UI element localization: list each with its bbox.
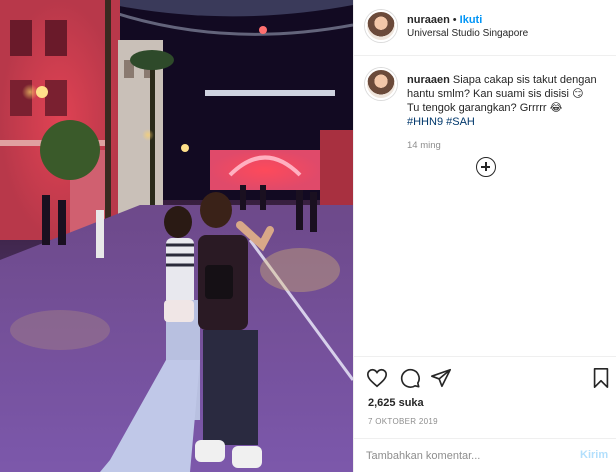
likes-count[interactable]: 2,625 suka <box>368 397 424 409</box>
comment-input[interactable] <box>366 447 566 465</box>
share-icon[interactable] <box>430 367 452 389</box>
post-actions: 2,625 suka 7 OKTOBER 2019 <box>354 356 616 444</box>
hashtag-link[interactable]: #HHN9 <box>407 116 443 128</box>
comment-box: Kirim <box>354 438 616 472</box>
post-comment-button[interactable]: Kirim <box>580 449 608 461</box>
header-username-row: nuraaen • Ikuti <box>407 13 482 27</box>
caption-emoji-laugh: 😂 <box>549 102 563 114</box>
heart-icon[interactable] <box>366 367 388 389</box>
caption-username[interactable]: nuraaen <box>407 74 450 86</box>
bookmark-icon[interactable] <box>590 367 612 389</box>
follow-separator: • <box>452 14 457 26</box>
username-link[interactable]: nuraaen <box>407 14 450 26</box>
avatar[interactable] <box>365 10 397 42</box>
comment-icon[interactable] <box>399 367 421 389</box>
post-date[interactable]: 7 OKTOBER 2019 <box>368 417 438 426</box>
location-link[interactable]: Universal Studio Singapore <box>407 28 528 39</box>
hashtag-link[interactable]: #SAH <box>446 116 475 128</box>
post-details-panel: nuraaen • Ikuti Universal Studio Singapore… <box>353 0 616 472</box>
post-header: nuraaen • Ikuti Universal Studio Singapore <box>354 0 616 56</box>
follow-button[interactable]: Ikuti <box>460 14 483 26</box>
photo-illustration <box>0 0 353 472</box>
caption-emoji-smirk: 😏 <box>572 88 584 100</box>
caption-avatar[interactable] <box>365 68 397 100</box>
post-caption: nuraaen Siapa cakap sis takut dengan han… <box>407 73 607 129</box>
caption-time[interactable]: 14 ming <box>407 140 441 151</box>
post-photo[interactable] <box>0 0 353 472</box>
caption-text-line2: Tu tengok garangkan? Grrrrr <box>407 102 547 114</box>
load-more-comments-icon[interactable] <box>476 157 496 177</box>
